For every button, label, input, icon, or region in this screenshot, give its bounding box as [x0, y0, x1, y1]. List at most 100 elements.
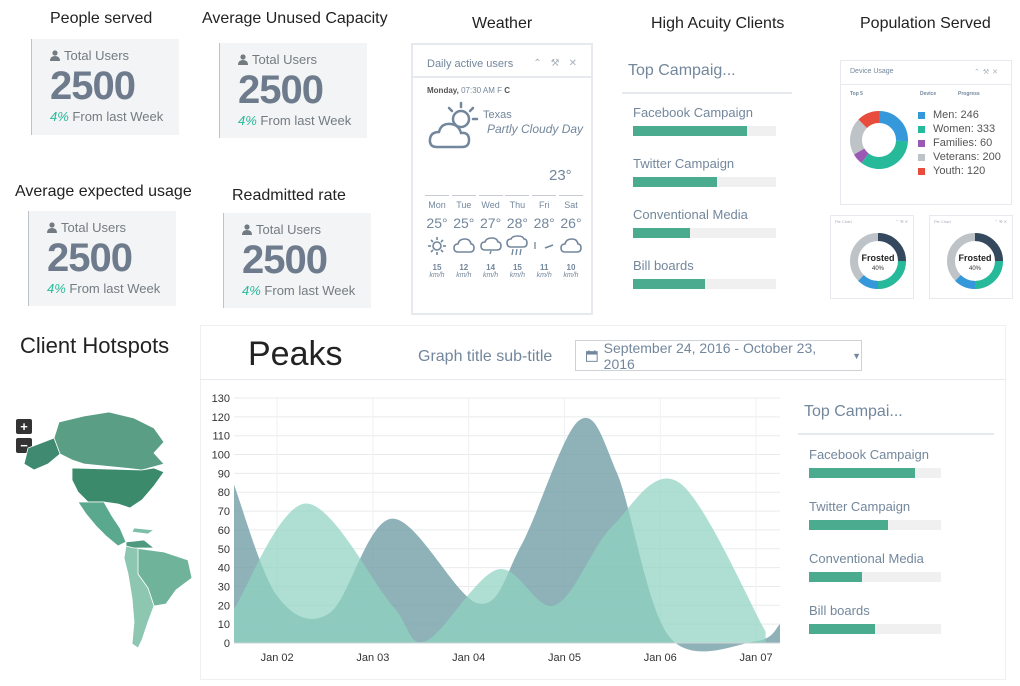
forecast-speed: 14: [486, 263, 496, 272]
tile-label-text: Total Users: [252, 52, 318, 67]
legend-label: Families: 60: [933, 137, 993, 149]
forecast-day-name: Fri: [532, 195, 557, 210]
campaign-progress-bar: [809, 572, 941, 582]
forecast-day-name: Mon: [425, 195, 449, 210]
column-header: Device: [920, 91, 937, 97]
tile-percent: 4%: [50, 109, 69, 124]
legend-item: Veterans: 200: [918, 150, 1001, 164]
pie-card-header: Pie Chart ⌃ ⚒ ✕: [930, 216, 1012, 224]
wrench-icon[interactable]: ⚒: [551, 58, 560, 76]
weather-controls: ⌃ ⚒ ✕: [533, 58, 577, 76]
legend-label: Women: 333: [933, 123, 996, 135]
column-header: Progress: [958, 91, 980, 97]
forecast-speed-unit: km/h: [563, 272, 579, 279]
tile-label-text: Total Users: [256, 222, 322, 237]
donut-slice: [858, 111, 880, 129]
weather-unit[interactable]: C: [504, 86, 510, 95]
x-tick-label: Jan 07: [740, 652, 773, 664]
donut-center-label: Frosted: [861, 253, 894, 263]
tile-label-text: Total Users: [61, 220, 127, 235]
tile-footer: 4% From last Week: [47, 281, 176, 296]
forecast-temp: 28°: [533, 215, 555, 231]
forecast-speed-unit: km/h: [536, 272, 552, 279]
campaign-progress-fill: [809, 468, 915, 478]
legend-item: Men: 246: [918, 108, 1001, 122]
tile-footer-text: From last Week: [69, 281, 161, 296]
pie-card-title: Pie Chart: [934, 219, 951, 224]
campaign-label: Conventional Media: [809, 551, 924, 566]
forecast-day: Mon 25° 15 km/h: [425, 195, 449, 279]
campaign-progress-bar: [809, 624, 941, 634]
y-tick-label: 50: [218, 544, 230, 556]
device-usage-title: Device Usage: [850, 68, 894, 75]
forecast-speed-unit: km/h: [456, 272, 472, 279]
heading-people-served: People served: [50, 10, 153, 27]
y-tick-label: 60: [218, 525, 230, 537]
tile-footer: 4% From last Week: [238, 113, 367, 128]
heading-high-acuity-clients: High Acuity Clients: [651, 15, 785, 32]
device-legend: Men: 246 Women: 333 Families: 60 Veteran…: [918, 108, 1001, 178]
graph-subtitle: Graph title sub-title: [418, 348, 553, 365]
legend-swatch: [918, 167, 925, 175]
tile-value: 2500: [47, 236, 133, 280]
rain-icon: [505, 233, 529, 259]
tile-label-text: Total Users: [64, 48, 130, 63]
x-tick-label: Jan 02: [261, 652, 294, 664]
forecast-day-name: Tue: [451, 195, 476, 210]
campaign-label: Twitter Campaign: [809, 499, 911, 514]
campaign-progress-bar: [809, 520, 941, 530]
donut-center-label: Frosted: [958, 253, 991, 263]
device-usage-donut: [850, 111, 908, 169]
forecast-temp: 25°: [426, 215, 448, 231]
forecast-temp: 28°: [506, 215, 528, 231]
forecast-speed: 15: [432, 263, 442, 272]
chevron-up-icon[interactable]: ⌃: [533, 58, 541, 76]
campaign-item: Facebook Campaign: [809, 447, 941, 478]
caret-down-icon[interactable]: ▼: [852, 351, 861, 361]
heading-client-hotspots: Client Hotspots: [20, 333, 170, 358]
top-campaigns-title: Top Campaig...: [628, 62, 736, 79]
frosted-donut: Frosted 40%: [850, 233, 906, 290]
close-icon[interactable]: ✕: [992, 69, 1001, 76]
stat-tile-readmitted: Total Users 2500 4% From last Week: [223, 213, 371, 308]
weather-day: Monday,: [427, 86, 459, 95]
legend-item: Women: 333: [918, 122, 1001, 136]
wrench-icon[interactable]: ⚒: [983, 69, 992, 76]
cloud-icon: [479, 233, 503, 259]
user-icon: [50, 50, 60, 61]
device-usage-columns: Top 5 Device Progress: [841, 85, 1011, 97]
cloud-icon: [452, 233, 476, 259]
chevron-up-icon[interactable]: ⌃: [974, 69, 983, 76]
device-usage-panel: Device Usage ⌃⚒✕ Top 5 Device Progress M…: [840, 60, 1012, 205]
forecast-temp: 27°: [480, 215, 502, 231]
forecast-day: Tue 25° 12 km/h: [451, 195, 476, 279]
forecast-temp: 25°: [453, 215, 475, 231]
tile-footer-text: From last Week: [260, 113, 352, 128]
forecast-day: Wed 27° 14 km/h: [478, 195, 503, 279]
close-icon[interactable]: ✕: [569, 58, 577, 76]
campaign-progress-fill: [809, 520, 889, 530]
weather-widget: Daily active users ⌃ ⚒ ✕ Monday, 07:30 A…: [411, 43, 593, 315]
tile-footer-text: From last Week: [264, 283, 356, 298]
campaign-label: Facebook Campaign: [633, 105, 753, 120]
tile-label: Total Users: [242, 222, 371, 237]
date-range-picker[interactable]: September 24, 2016 - October 23, 2016 ▼: [575, 340, 862, 372]
y-tick-label: 0: [224, 638, 230, 650]
peaks-area-chart: 0 10 20 30 40 50 60 70 80 90 100 110 120 130 Jan 02 Jan…: [212, 393, 780, 664]
forecast-speed-unit: km/h: [429, 272, 445, 279]
campaign-progress-fill: [633, 177, 718, 187]
weather-location: Texas: [483, 109, 512, 121]
y-tick-label: 120: [212, 412, 230, 424]
client-hotspots-map[interactable]: [14, 408, 194, 653]
partly-cloudy-icon: [428, 101, 479, 149]
forecast-speed-unit: km/h: [483, 272, 499, 279]
wind-icon: [532, 233, 556, 259]
donut-slice: [853, 148, 869, 164]
y-tick-label: 20: [218, 600, 230, 612]
tile-label: Total Users: [50, 48, 179, 63]
donut-slice: [878, 111, 908, 142]
tile-footer-text: From last Week: [72, 109, 164, 124]
legend-swatch: [918, 153, 925, 161]
donut-slice: [850, 119, 868, 155]
campaign-label: Twitter Campaign: [633, 156, 735, 171]
